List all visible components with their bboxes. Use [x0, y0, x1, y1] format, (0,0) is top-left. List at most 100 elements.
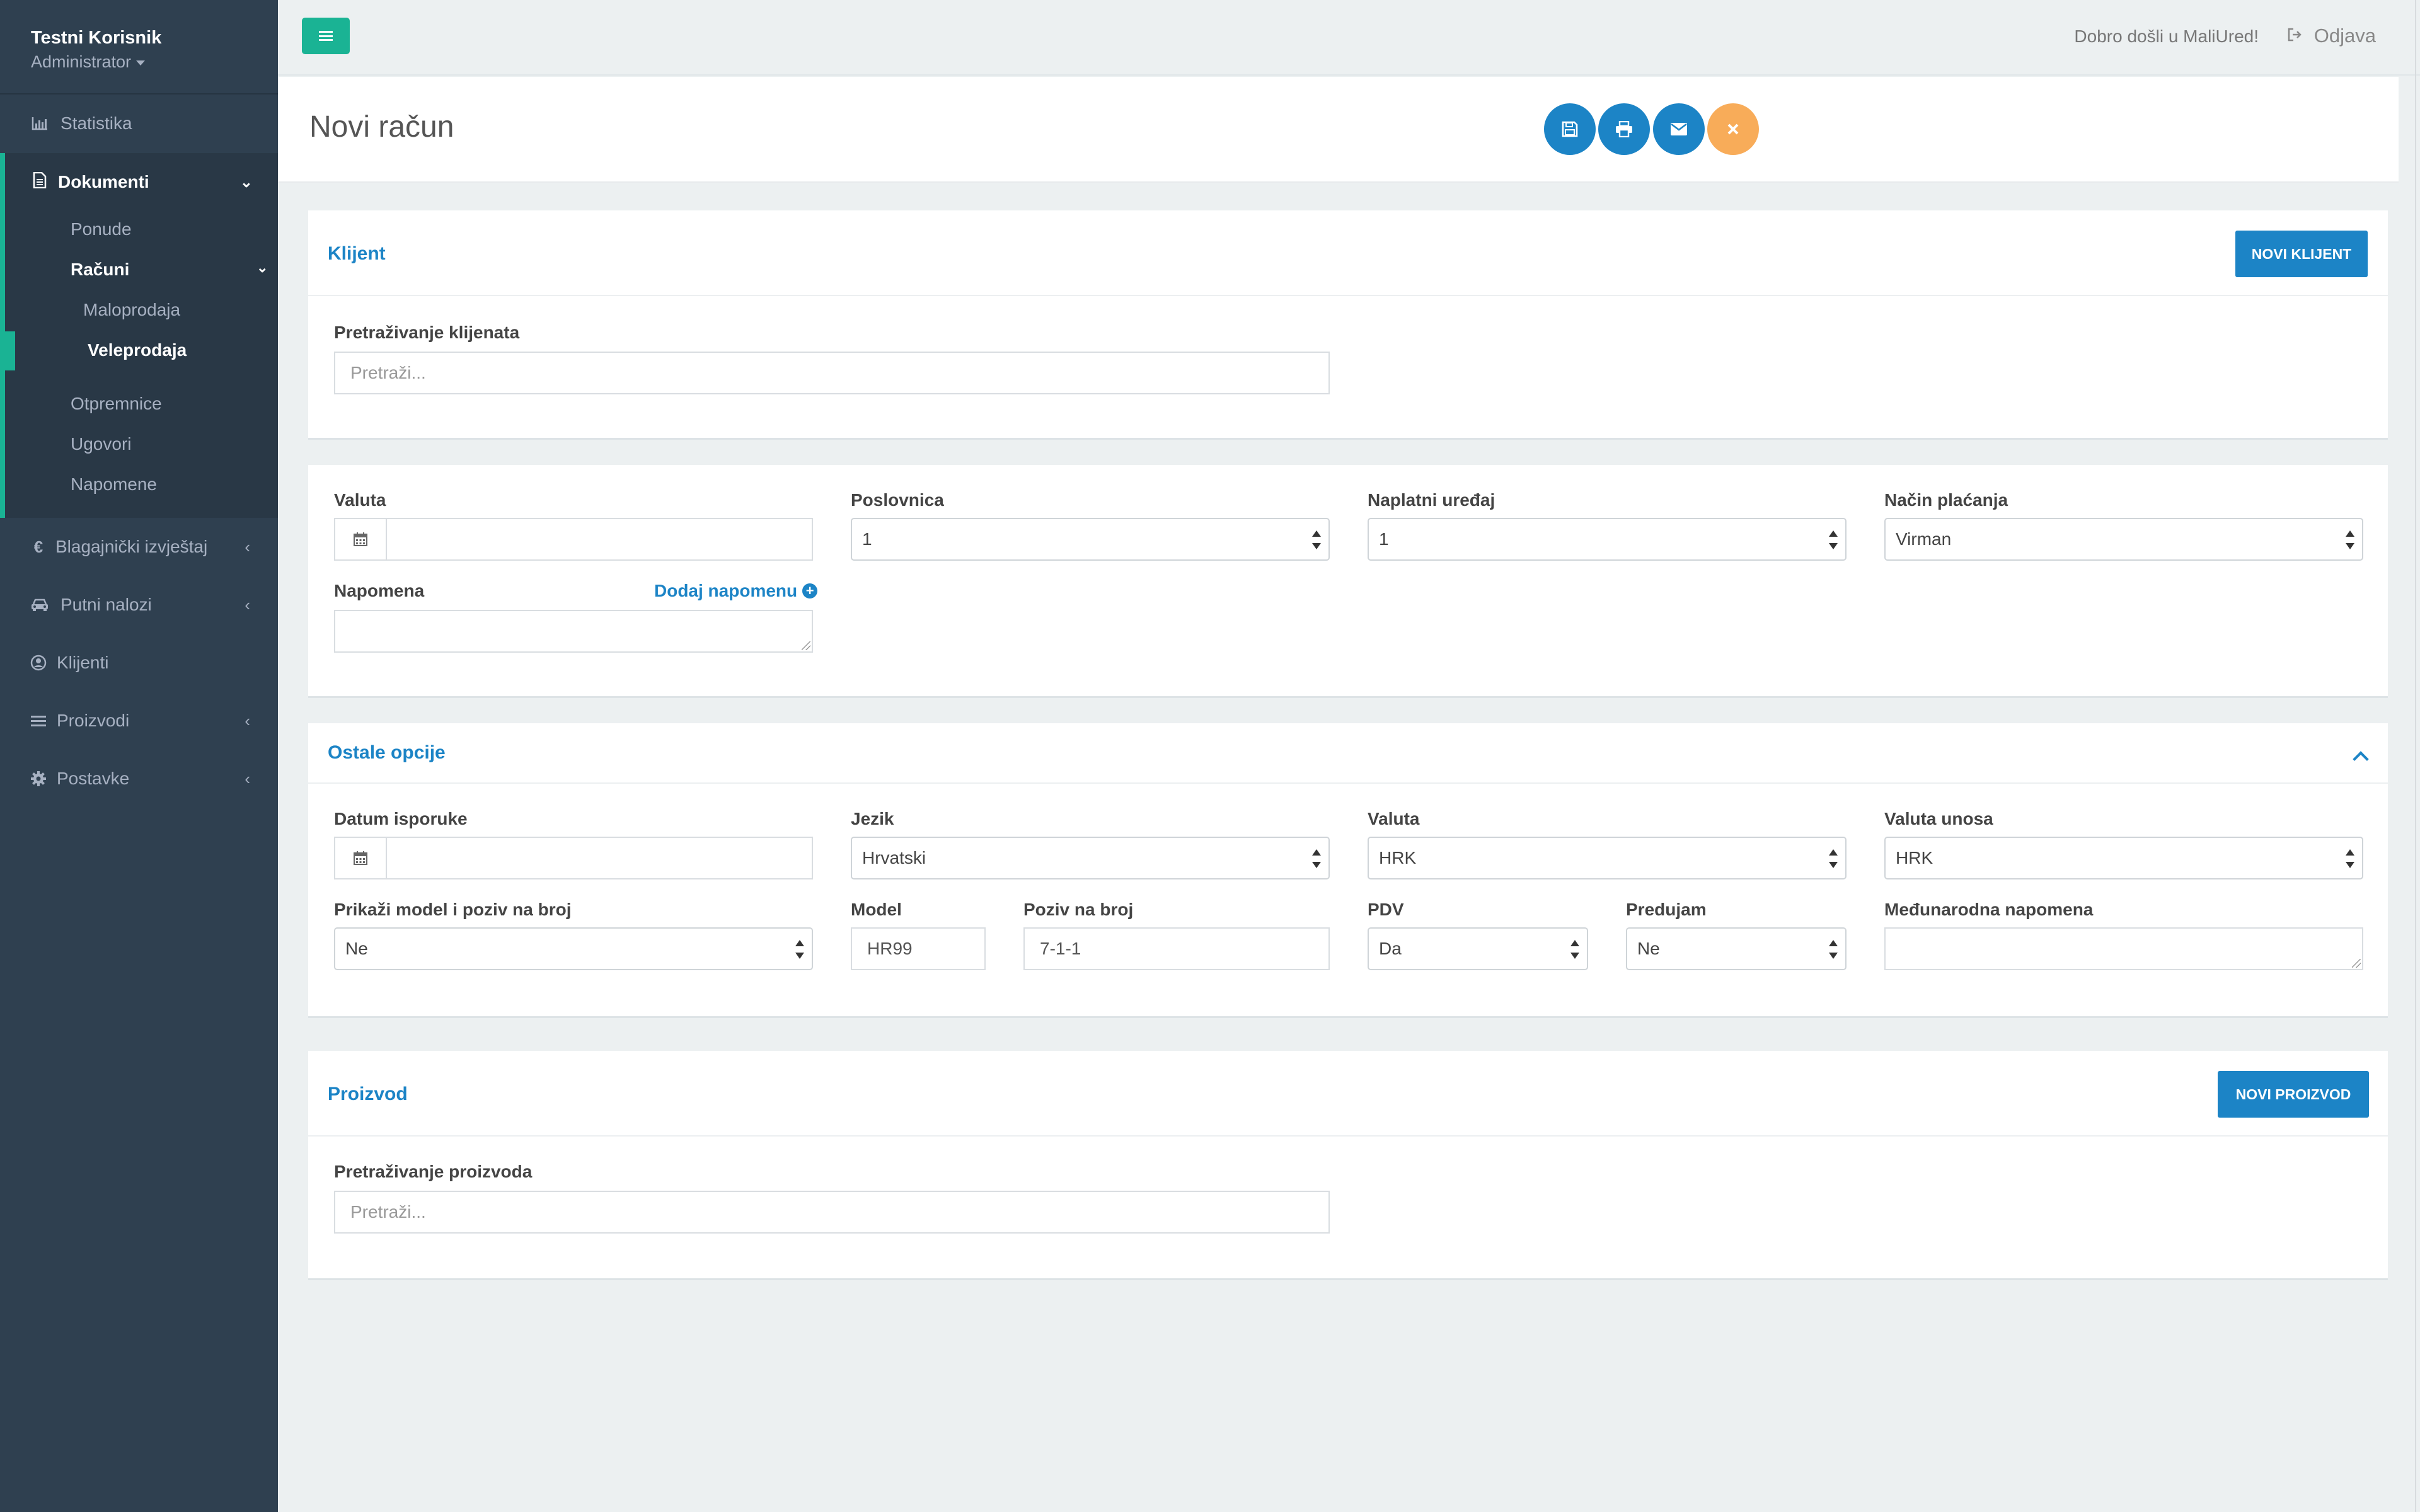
- gear-icon: [29, 769, 48, 788]
- logout-link[interactable]: Odjava: [2288, 25, 2376, 47]
- sidebar-item-ugovori[interactable]: Ugovori: [71, 434, 131, 454]
- panel-header: Proizvod NOVI PROIZVOD: [308, 1051, 2388, 1137]
- select-arrows-icon: [1312, 849, 1321, 868]
- client-search-label: Pretraživanje klijenata: [334, 323, 520, 342]
- panel-invoice-details: Valuta Poslovnica 1 Naplatni uređaj 1 Na…: [308, 465, 2388, 698]
- sidebar-item-label: Računi: [71, 260, 130, 279]
- add-note-link[interactable]: Dodaj napomenu +: [654, 581, 818, 601]
- medunarodna-napomena-textarea[interactable]: [1884, 927, 2363, 970]
- poziv-na-broj-label: Poziv na broj: [1023, 900, 1134, 919]
- product-search-input[interactable]: Pretraži...: [334, 1191, 1330, 1234]
- prikazi-model-select[interactable]: Ne: [334, 927, 813, 970]
- save-icon: [1562, 121, 1578, 137]
- valuta-unosa-select[interactable]: HRK: [1884, 837, 2363, 879]
- model-input[interactable]: HR99: [851, 927, 986, 970]
- predujam-value: Ne: [1637, 939, 1660, 958]
- panel-ostale-opcije: Ostale opcije Datum isporuke Jezik Hrvat…: [308, 723, 2388, 1018]
- sidebar-item-label: Blagajnički izvještaj: [55, 537, 208, 556]
- sidebar-item-putni-nalozi[interactable]: Putni nalozi ‹: [0, 576, 278, 634]
- sidebar-item-ponude[interactable]: Ponude: [71, 219, 132, 239]
- pdv-select[interactable]: Da: [1368, 927, 1588, 970]
- client-search-input[interactable]: Pretraži...: [334, 352, 1330, 394]
- poslovnica-select[interactable]: 1: [851, 518, 1330, 561]
- list-icon: [29, 711, 48, 730]
- sidebar-item-veleprodaja[interactable]: Veleprodaja: [88, 340, 187, 360]
- valuta-date-field[interactable]: [334, 518, 813, 561]
- sidebar-item-statistika[interactable]: Statistika: [0, 94, 278, 152]
- sidebar-item-label: Postavke: [57, 769, 130, 788]
- medunarodna-napomena-label: Međunarodna napomena: [1884, 900, 2094, 919]
- naplatni-uredaj-label: Naplatni uređaj: [1368, 490, 1495, 510]
- close-button[interactable]: [1707, 103, 1759, 155]
- poslovnica-value: 1: [862, 529, 872, 549]
- close-icon: [1727, 123, 1739, 135]
- valuta-unosa-label: Valuta unosa: [1884, 809, 1993, 828]
- page-header: Novi račun: [278, 77, 2399, 183]
- panel-title: Klijent: [328, 243, 386, 264]
- sidebar-item-dokumenti[interactable]: Dokumenti ⌄: [5, 153, 278, 211]
- predujam-label: Predujam: [1626, 900, 1707, 919]
- sign-out-icon: [2288, 26, 2303, 46]
- new-client-button[interactable]: NOVI KLIJENT: [2235, 231, 2368, 277]
- sidebar-item-napomene[interactable]: Napomene: [71, 474, 157, 495]
- valuta-select[interactable]: HRK: [1368, 837, 1847, 879]
- user-profile[interactable]: Testni Korisnik Administrator: [0, 0, 278, 94]
- menu-toggle-button[interactable]: [302, 18, 350, 54]
- pdv-label: PDV: [1368, 900, 1404, 919]
- sidebar-item-klijenti[interactable]: Klijenti: [0, 634, 278, 692]
- chevron-left-icon: ‹: [245, 769, 250, 788]
- save-button[interactable]: [1544, 103, 1596, 155]
- email-button[interactable]: [1653, 103, 1705, 155]
- select-arrows-icon: [2346, 530, 2354, 549]
- select-arrows-icon: [1829, 940, 1838, 959]
- scrollbar[interactable]: [2415, 0, 2416, 1512]
- sidebar-item-blagajnicki[interactable]: € Blagajnički izvještaj ‹: [0, 518, 278, 576]
- chevron-left-icon: ‹: [245, 537, 250, 556]
- sidebar-item-racuni[interactable]: Računi ⌄: [71, 260, 268, 280]
- welcome-message: Dobro došli u MaliUred!: [2074, 26, 2259, 46]
- calendar-icon: [335, 838, 387, 878]
- print-button[interactable]: [1598, 103, 1650, 155]
- pdv-value: Da: [1379, 939, 1402, 958]
- sidebar-item-label: Statistika: [60, 113, 132, 133]
- poziv-na-broj-input[interactable]: 7-1-1: [1023, 927, 1330, 970]
- select-arrows-icon: [795, 940, 804, 959]
- jezik-select[interactable]: Hrvatski: [851, 837, 1330, 879]
- chevron-up-icon[interactable]: [2351, 747, 2369, 765]
- napomena-textarea[interactable]: [334, 610, 813, 653]
- panel-header: Klijent NOVI KLIJENT: [308, 210, 2388, 296]
- nacin-placanja-select[interactable]: Virman: [1884, 518, 2363, 561]
- jezik-value: Hrvatski: [862, 848, 926, 868]
- user-role-dropdown[interactable]: Administrator: [31, 50, 278, 73]
- naplatni-uredaj-select[interactable]: 1: [1368, 518, 1847, 561]
- datum-isporuke-field[interactable]: [334, 837, 813, 879]
- poslovnica-label: Poslovnica: [851, 490, 944, 510]
- valuta-value: HRK: [1379, 848, 1417, 868]
- chevron-left-icon: ‹: [245, 595, 250, 614]
- napomena-label: Napomena: [334, 581, 425, 600]
- sidebar-item-otpremnice[interactable]: Otpremnice: [71, 394, 162, 414]
- active-indicator: [5, 331, 15, 370]
- panel-title: Ostale opcije: [328, 742, 446, 763]
- sidebar-item-postavke[interactable]: Postavke ‹: [0, 750, 278, 808]
- new-product-button[interactable]: NOVI PROIZVOD: [2218, 1071, 2369, 1118]
- datum-isporuke-label: Datum isporuke: [334, 809, 468, 828]
- product-search-label: Pretraživanje proizvoda: [334, 1162, 533, 1181]
- valuta-unosa-value: HRK: [1896, 848, 1933, 868]
- sidebar-item-label: Proizvodi: [57, 711, 130, 730]
- nacin-placanja-value: Virman: [1896, 529, 1952, 549]
- model-label: Model: [851, 900, 902, 919]
- car-icon: [30, 595, 49, 614]
- valuta-label: Valuta: [1368, 809, 1420, 828]
- sidebar-item-maloprodaja[interactable]: Maloprodaja: [83, 300, 180, 320]
- predujam-select[interactable]: Ne: [1626, 927, 1847, 970]
- prikazi-model-label: Prikaži model i poziv na broj: [334, 900, 572, 919]
- sidebar-item-proizvodi[interactable]: Proizvodi ‹: [0, 692, 278, 750]
- plus-circle-icon: +: [802, 583, 818, 598]
- nacin-placanja-label: Način plaćanja: [1884, 490, 2008, 510]
- user-name: Testni Korisnik: [31, 28, 162, 48]
- select-arrows-icon: [1312, 530, 1321, 549]
- panel-klijent: Klijent NOVI KLIJENT Pretraživanje klije…: [308, 210, 2388, 440]
- user-role: Administrator: [31, 52, 132, 71]
- sidebar-group-dokumenti: Dokumenti ⌄ Ponude Računi ⌄ Maloprodaja …: [0, 153, 278, 518]
